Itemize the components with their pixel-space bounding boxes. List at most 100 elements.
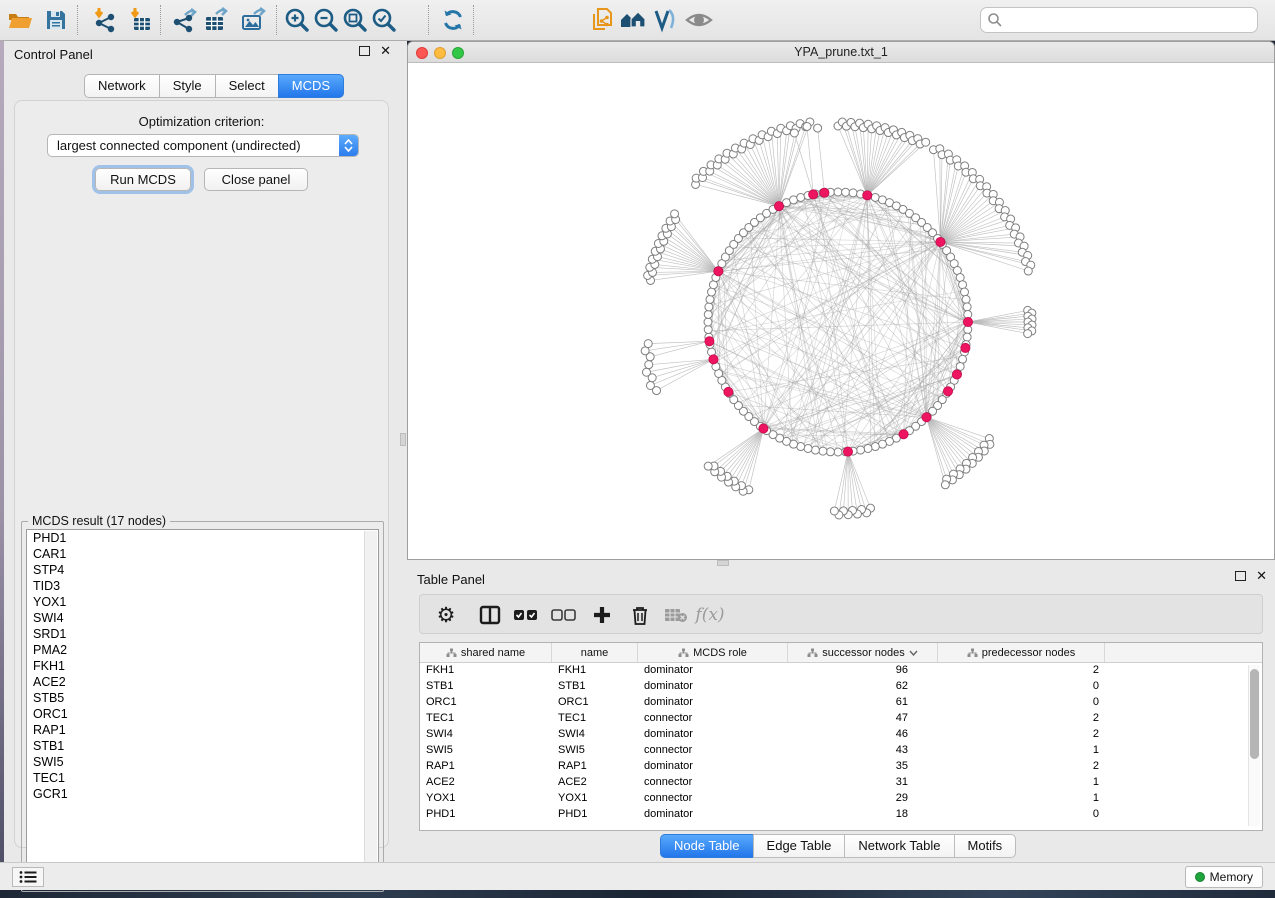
mcds-result-list[interactable]: PHD1CAR1STP4TID3YOX1SWI4SRD1PMA2FKH1ACE2… [26, 529, 379, 887]
delete-icon[interactable] [624, 599, 656, 631]
cell: dominator [638, 727, 788, 743]
columns-icon[interactable] [474, 599, 506, 631]
cell: ACE2 [420, 775, 552, 791]
result-item[interactable]: ACE2 [27, 674, 378, 690]
run-mcds-button[interactable]: Run MCDS [95, 168, 191, 191]
table-row[interactable]: YOX1YOX1connector291 [420, 791, 1262, 807]
hide-tool-icon[interactable] [684, 6, 714, 34]
column-header-name[interactable]: name [552, 643, 638, 662]
import-table-icon[interactable] [126, 6, 156, 34]
tab-network-table[interactable]: Network Table [844, 834, 954, 858]
result-scrollbar[interactable] [364, 531, 377, 885]
tab-style[interactable]: Style [159, 74, 216, 98]
tab-select[interactable]: Select [215, 74, 279, 98]
column-header-successor-nodes[interactable]: successor nodes [788, 643, 938, 662]
tab-network[interactable]: Network [84, 74, 160, 98]
select-all-icon[interactable] [510, 599, 542, 631]
result-item[interactable]: STP4 [27, 562, 378, 578]
close-panel-icon[interactable]: ✕ [380, 46, 391, 56]
table-row[interactable]: TEC1TEC1connector472 [420, 711, 1262, 727]
close-window-icon[interactable] [416, 47, 428, 59]
cell: connector [638, 743, 788, 759]
style-tool-icon[interactable] [651, 6, 681, 34]
task-history-button[interactable] [12, 867, 44, 887]
result-item[interactable]: YOX1 [27, 594, 378, 610]
cell: 2 [938, 759, 1105, 775]
deselect-all-icon[interactable] [548, 599, 580, 631]
cell: YOX1 [420, 791, 552, 807]
close-panel-button[interactable]: Close panel [204, 168, 308, 191]
clone-network-icon[interactable] [588, 6, 618, 34]
result-item[interactable]: SRD1 [27, 626, 378, 642]
result-item[interactable]: STB5 [27, 690, 378, 706]
scrollbar-thumb[interactable] [1250, 669, 1259, 759]
result-item[interactable]: PHD1 [27, 530, 378, 546]
result-item[interactable]: RAP1 [27, 722, 378, 738]
result-item[interactable]: TEC1 [27, 770, 378, 786]
maximize-window-icon[interactable] [452, 47, 464, 59]
cell: FKH1 [552, 663, 638, 679]
table-row[interactable]: PHD1PHD1dominator180 [420, 807, 1262, 823]
export-table-icon[interactable] [201, 6, 231, 34]
splitter-grip[interactable] [400, 433, 406, 446]
cell: FKH1 [420, 663, 552, 679]
show-all-networks-icon[interactable] [618, 6, 648, 34]
result-item[interactable]: PMA2 [27, 642, 378, 658]
tab-node-table[interactable]: Node Table [660, 834, 754, 858]
column-header-shared-name[interactable]: shared name [420, 643, 552, 662]
float-panel-icon[interactable] [359, 46, 370, 56]
tab-motifs[interactable]: Motifs [954, 834, 1017, 858]
column-header-MCDS-role[interactable]: MCDS role [638, 643, 788, 662]
node-table[interactable]: shared namenameMCDS rolesuccessor nodesp… [419, 642, 1263, 831]
memory-button[interactable]: Memory [1185, 866, 1263, 888]
result-item[interactable]: ORC1 [27, 706, 378, 722]
result-item[interactable]: SWI4 [27, 610, 378, 626]
vertical-splitter[interactable] [399, 41, 407, 862]
open-session-icon[interactable] [5, 6, 35, 34]
table-row[interactable]: RAP1RAP1dominator352 [420, 759, 1262, 775]
zoom-out-icon[interactable] [311, 6, 341, 34]
list-icon [19, 870, 37, 884]
minimize-window-icon[interactable] [434, 47, 446, 59]
save-session-icon[interactable] [41, 6, 71, 34]
network-window-titlebar[interactable]: YPA_prune.txt_1 [408, 42, 1274, 63]
result-item[interactable]: TID3 [27, 578, 378, 594]
import-network-icon[interactable] [90, 6, 120, 34]
table-row[interactable]: ORC1ORC1dominator610 [420, 695, 1262, 711]
zoom-fit-icon[interactable] [340, 6, 370, 34]
search-input[interactable] [1007, 13, 1257, 27]
table-row[interactable]: SWI4SWI4dominator462 [420, 727, 1262, 743]
table-scrollbar[interactable] [1248, 665, 1260, 826]
mcds-panel: Optimization criterion: largest connecte… [14, 100, 389, 848]
result-item[interactable]: STB1 [27, 738, 378, 754]
export-network-icon[interactable] [170, 6, 200, 34]
zoom-in-icon[interactable] [282, 6, 312, 34]
criterion-dropdown[interactable]: largest connected component (undirected) [47, 134, 359, 157]
cell: 2 [938, 727, 1105, 743]
search-box[interactable] [980, 7, 1258, 33]
result-item[interactable]: CAR1 [27, 546, 378, 562]
export-image-icon[interactable] [238, 6, 268, 34]
zoom-selected-icon[interactable] [369, 6, 399, 34]
result-item[interactable]: FKH1 [27, 658, 378, 674]
column-header-predecessor-nodes[interactable]: predecessor nodes [938, 643, 1105, 662]
table-row[interactable]: ACE2ACE2connector311 [420, 775, 1262, 791]
add-column-icon[interactable] [586, 599, 618, 631]
table-header: shared namenameMCDS rolesuccessor nodesp… [420, 643, 1262, 663]
network-graph [408, 63, 1274, 559]
table-row[interactable]: STB1STB1dominator620 [420, 679, 1262, 695]
table-row[interactable]: SWI5SWI5connector431 [420, 743, 1262, 759]
result-item[interactable]: GCR1 [27, 786, 378, 802]
tab-edge-table[interactable]: Edge Table [753, 834, 846, 858]
table-row[interactable]: FKH1FKH1dominator962 [420, 663, 1262, 679]
cell: STB1 [552, 679, 638, 695]
result-item[interactable]: SWI5 [27, 754, 378, 770]
cell: 35 [788, 759, 938, 775]
table-settings-icon[interactable]: ⚙ [430, 599, 462, 631]
close-panel-icon[interactable]: ✕ [1256, 571, 1267, 581]
float-panel-icon[interactable] [1235, 571, 1246, 581]
refresh-icon[interactable] [438, 6, 468, 34]
network-window-title: YPA_prune.txt_1 [794, 45, 888, 59]
network-view-canvas[interactable] [408, 63, 1274, 559]
tab-mcds[interactable]: MCDS [278, 74, 344, 98]
